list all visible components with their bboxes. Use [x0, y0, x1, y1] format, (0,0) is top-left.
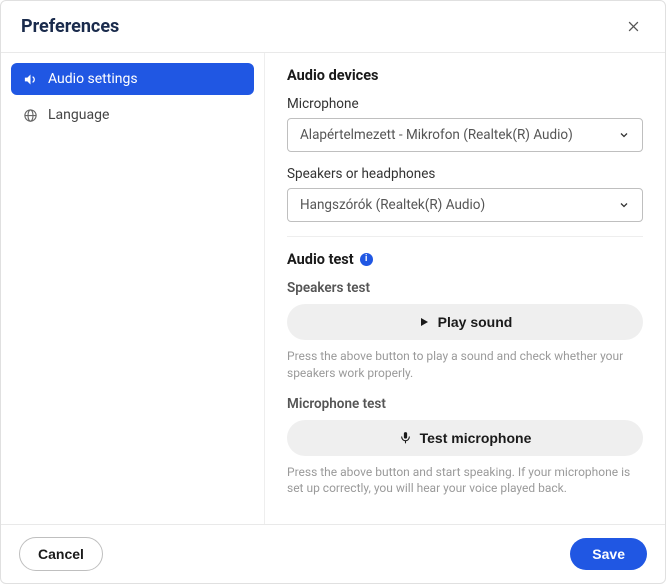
speakers-test-label: Speakers test [287, 280, 643, 296]
sidebar: Audio settings Language [1, 53, 265, 524]
microphone-selected-value: Alapértelmezett - Mikrofon (Realtek(R) A… [300, 127, 573, 143]
sidebar-item-audio-settings[interactable]: Audio settings [11, 63, 254, 95]
speakers-label: Speakers or headphones [287, 166, 643, 182]
save-button[interactable]: Save [570, 538, 647, 570]
play-icon [418, 316, 430, 328]
speakers-select[interactable]: Hangszórók (Realtek(R) Audio) [287, 188, 643, 222]
play-sound-label: Play sound [438, 314, 513, 330]
globe-icon [23, 108, 38, 123]
modal-body: Audio settings Language Audio devices Mi… [1, 53, 665, 524]
speakers-help-text: Press the above button to play a sound a… [287, 348, 643, 382]
content-panel: Audio devices Microphone Alapértelmezett… [265, 53, 665, 524]
microphone-help-text: Press the above button and start speakin… [287, 464, 643, 498]
microphone-icon [399, 431, 412, 444]
test-microphone-label: Test microphone [420, 430, 532, 446]
audio-test-title: Audio test i [287, 236, 643, 268]
close-button[interactable] [622, 15, 645, 38]
modal-header: Preferences [1, 1, 665, 53]
modal-footer: Cancel Save [1, 524, 665, 583]
audio-devices-title: Audio devices [287, 67, 643, 84]
info-icon[interactable]: i [360, 253, 373, 266]
microphone-select[interactable]: Alapértelmezett - Mikrofon (Realtek(R) A… [287, 118, 643, 152]
sidebar-item-label: Language [48, 107, 109, 123]
sidebar-item-label: Audio settings [48, 71, 138, 87]
microphone-label: Microphone [287, 96, 643, 112]
sidebar-item-language[interactable]: Language [11, 99, 254, 131]
cancel-button[interactable]: Cancel [19, 537, 103, 571]
close-icon [626, 22, 641, 37]
speakers-selected-value: Hangszórók (Realtek(R) Audio) [300, 197, 485, 213]
preferences-modal: Preferences Audio settings Language [0, 0, 666, 584]
chevron-down-icon [618, 129, 630, 141]
chevron-down-icon [618, 199, 630, 211]
test-microphone-button[interactable]: Test microphone [287, 420, 643, 456]
play-sound-button[interactable]: Play sound [287, 304, 643, 340]
modal-title: Preferences [21, 16, 119, 37]
microphone-test-label: Microphone test [287, 396, 643, 412]
volume-icon [23, 72, 38, 87]
